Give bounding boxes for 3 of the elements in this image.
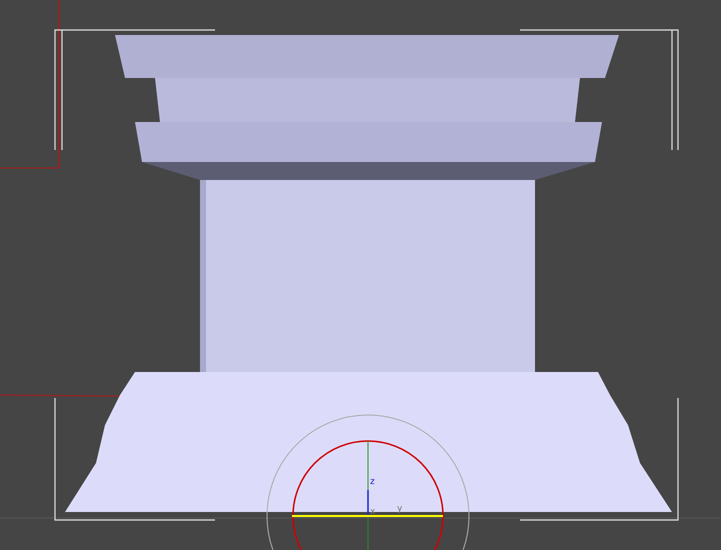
- axis-label: y: [397, 504, 402, 514]
- axis-label: z: [370, 477, 375, 487]
- axis-label: x: [370, 507, 376, 517]
